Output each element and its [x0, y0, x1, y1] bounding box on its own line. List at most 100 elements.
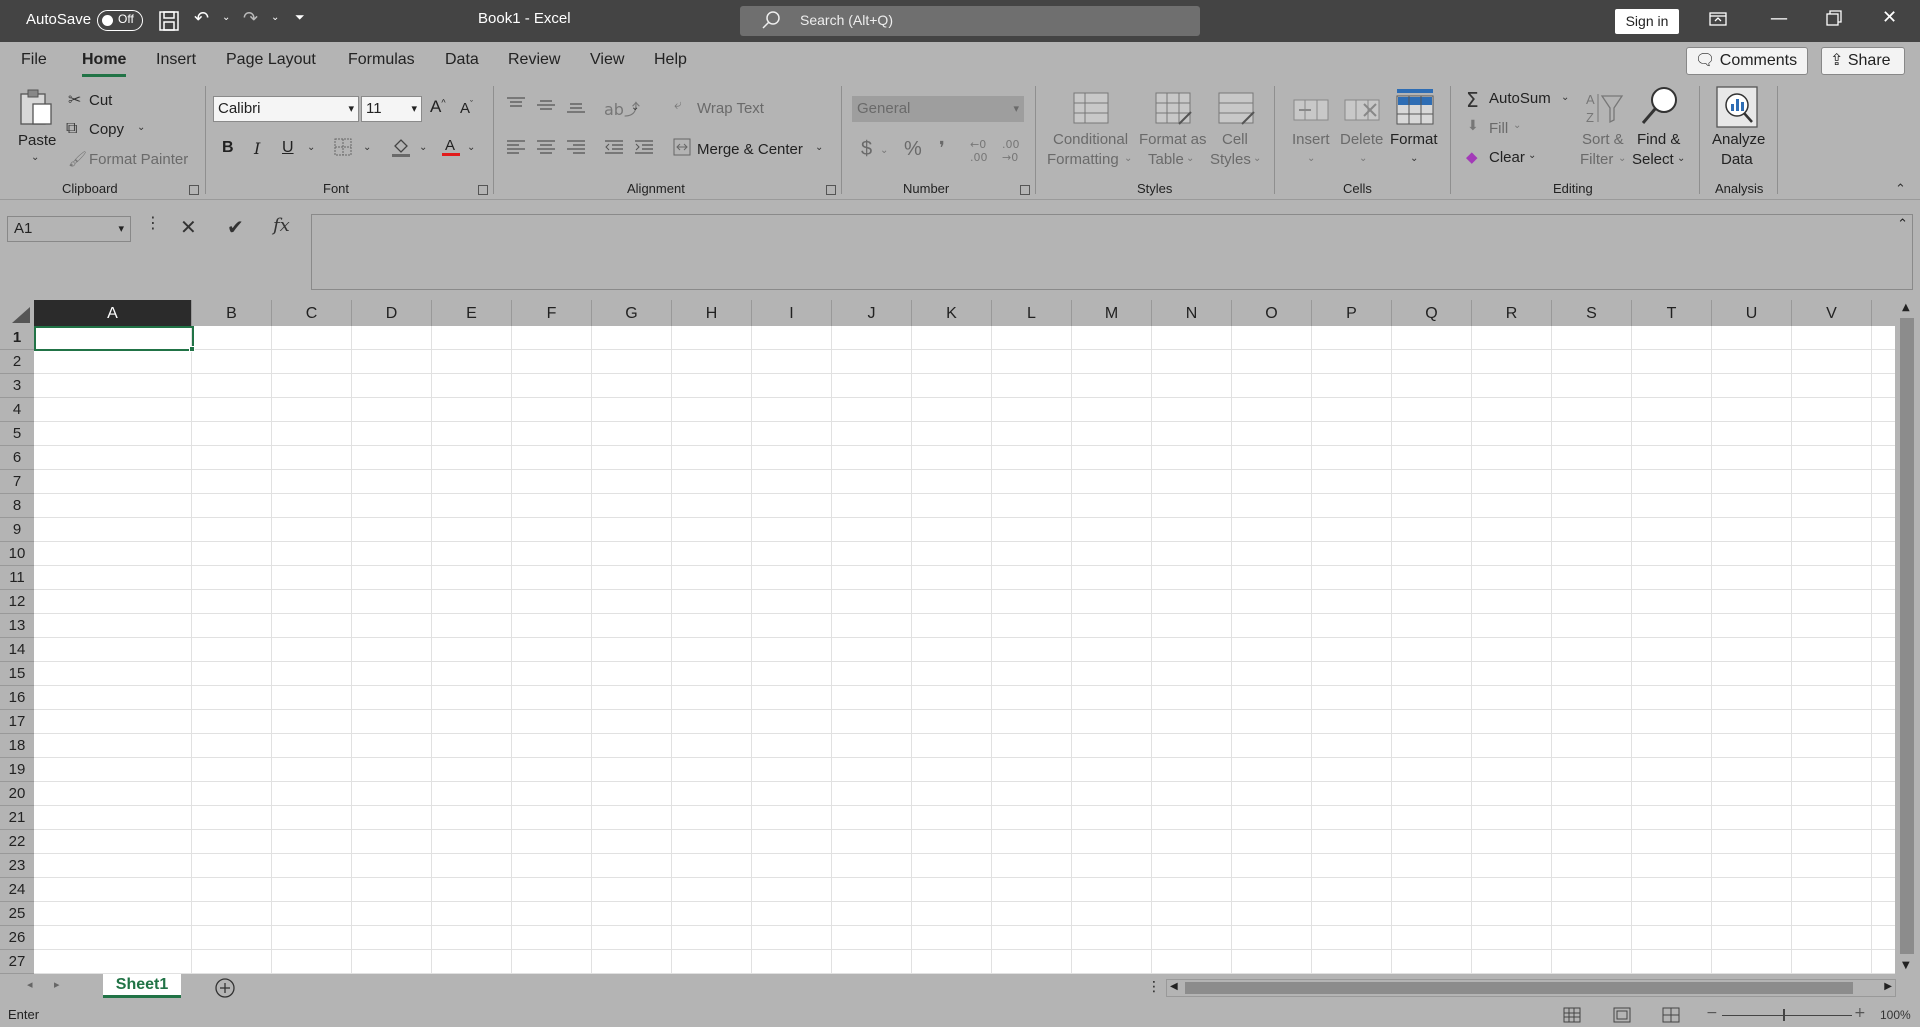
fill-color-icon[interactable] [391, 136, 411, 163]
analyze-data-label-2[interactable]: Data [1721, 151, 1753, 168]
horizontal-scroll-thumb[interactable] [1185, 982, 1853, 994]
middle-align-icon[interactable] [536, 96, 556, 119]
scroll-down-icon[interactable]: ▼ [1902, 960, 1910, 971]
row-header-4[interactable]: 4 [0, 398, 34, 422]
decrease-font-icon[interactable]: Aˇ [460, 99, 473, 117]
column-header-o[interactable]: O [1232, 300, 1312, 326]
format-as-table-dropdown-icon[interactable]: ⌄ [1186, 153, 1194, 164]
next-sheet-icon[interactable]: ▸ [54, 978, 60, 991]
paste-dropdown-icon[interactable]: ⌄ [31, 152, 39, 163]
delete-cells-dropdown-icon[interactable]: ⌄ [1359, 153, 1367, 164]
search-box[interactable]: Search (Alt+Q) [740, 6, 1200, 36]
fill-down-icon[interactable]: ⬇ [1467, 118, 1479, 134]
format-cells-icon[interactable] [1396, 88, 1434, 125]
minimize-icon[interactable]: — [1770, 8, 1788, 29]
collapse-ribbon-icon[interactable]: ⌃ [1895, 182, 1906, 197]
fill-handle[interactable] [189, 346, 195, 352]
insert-cells-icon[interactable] [1293, 92, 1329, 126]
cancel-entry-icon[interactable]: ✕ [180, 215, 197, 239]
formula-input[interactable]: ⌃ [311, 214, 1913, 290]
decrease-decimal-icon[interactable]: .00 →0 [1002, 138, 1020, 164]
row-header-26[interactable]: 26 [0, 926, 34, 950]
align-center-icon[interactable] [536, 138, 556, 161]
bottom-align-icon[interactable] [566, 96, 586, 119]
column-header-c[interactable]: C [272, 300, 352, 326]
delete-cells-label[interactable]: Delete [1340, 131, 1383, 148]
autosum-icon[interactable]: Σ [1466, 88, 1479, 112]
horizontal-scrollbar[interactable]: ◀ ▶ [1166, 979, 1896, 997]
cut-label[interactable]: Cut [89, 92, 112, 109]
column-header-j[interactable]: J [832, 300, 912, 326]
more-options-icon[interactable]: ⋮ [145, 213, 161, 232]
redo-dropdown-icon[interactable]: ⌄ [271, 12, 279, 23]
column-header-a[interactable]: A [34, 300, 192, 326]
column-header-m[interactable]: M [1072, 300, 1152, 326]
zoom-in-icon[interactable]: + [1854, 1005, 1866, 1021]
column-header-b[interactable]: B [192, 300, 272, 326]
column-header-d[interactable]: D [352, 300, 432, 326]
fill-label[interactable]: Fill [1489, 120, 1508, 137]
redo-icon[interactable]: ↷ [243, 8, 258, 29]
align-left-icon[interactable] [506, 138, 526, 161]
tab-data[interactable]: Data [445, 51, 479, 69]
row-header-16[interactable]: 16 [0, 686, 34, 710]
scroll-up-icon[interactable]: ▲ [1902, 302, 1910, 313]
cell-area[interactable] [34, 326, 1895, 974]
column-header-u[interactable]: U [1712, 300, 1792, 326]
increase-indent-icon[interactable] [634, 138, 654, 161]
format-as-table-label-2[interactable]: Table [1148, 151, 1184, 168]
column-header-i[interactable]: I [752, 300, 832, 326]
merge-icon[interactable] [673, 138, 691, 161]
row-header-25[interactable]: 25 [0, 902, 34, 926]
font-launcher-icon[interactable] [478, 185, 488, 195]
orientation-dropdown-icon[interactable]: ⌄ [631, 102, 639, 113]
row-header-23[interactable]: 23 [0, 854, 34, 878]
restore-icon[interactable] [1826, 10, 1842, 31]
row-header-2[interactable]: 2 [0, 350, 34, 374]
borders-icon[interactable] [334, 138, 352, 161]
eraser-icon[interactable]: ◆ [1466, 148, 1478, 166]
row-header-19[interactable]: 19 [0, 758, 34, 782]
sheet-tab-sheet1[interactable]: Sheet1 [103, 974, 181, 998]
column-header-e[interactable]: E [432, 300, 512, 326]
bold-button[interactable]: B [222, 139, 234, 157]
row-header-8[interactable]: 8 [0, 494, 34, 518]
column-header-h[interactable]: H [672, 300, 752, 326]
row-header-6[interactable]: 6 [0, 446, 34, 470]
customize-toolbar-icon[interactable]: ⏷ [295, 10, 305, 25]
increase-font-icon[interactable]: A^ [430, 97, 446, 117]
column-header-p[interactable]: P [1312, 300, 1392, 326]
zoom-slider-thumb[interactable] [1783, 1009, 1785, 1021]
find-select-label-2[interactable]: Select [1632, 151, 1674, 168]
row-header-9[interactable]: 9 [0, 518, 34, 542]
tab-help[interactable]: Help [654, 51, 687, 69]
row-header-20[interactable]: 20 [0, 782, 34, 806]
ribbon-display-icon[interactable] [1709, 10, 1727, 33]
font-color-icon[interactable]: A [441, 135, 461, 162]
column-header-q[interactable]: Q [1392, 300, 1472, 326]
percent-button[interactable]: % [904, 138, 922, 161]
tab-review[interactable]: Review [508, 51, 560, 69]
zoom-slider[interactable] [1722, 1015, 1852, 1016]
column-header-k[interactable]: K [912, 300, 992, 326]
underline-button[interactable]: U [282, 139, 294, 157]
cell-styles-dropdown-icon[interactable]: ⌄ [1253, 153, 1261, 164]
confirm-entry-icon[interactable]: ✔ [227, 215, 244, 239]
format-as-table-icon[interactable] [1155, 92, 1192, 126]
sort-filter-dropdown-icon[interactable]: ⌄ [1618, 153, 1626, 164]
align-right-icon[interactable] [566, 138, 586, 161]
number-launcher-icon[interactable] [1020, 185, 1030, 195]
cell-styles-label-2[interactable]: Styles [1210, 151, 1251, 168]
row-header-3[interactable]: 3 [0, 374, 34, 398]
tab-home[interactable]: Home [82, 51, 127, 77]
format-as-table-label-1[interactable]: Format as [1139, 131, 1207, 148]
save-icon[interactable] [158, 10, 180, 37]
insert-cells-dropdown-icon[interactable]: ⌄ [1307, 153, 1315, 164]
name-box[interactable]: A1 ▾ [7, 216, 131, 242]
insert-function-button[interactable]: fx [273, 215, 290, 236]
row-header-24[interactable]: 24 [0, 878, 34, 902]
find-select-dropdown-icon[interactable]: ⌄ [1677, 153, 1685, 164]
comments-button[interactable]: 🗨 Comments [1686, 47, 1808, 75]
number-format-select[interactable]: General ▾ [852, 96, 1024, 122]
insert-cells-label[interactable]: Insert [1292, 131, 1330, 148]
